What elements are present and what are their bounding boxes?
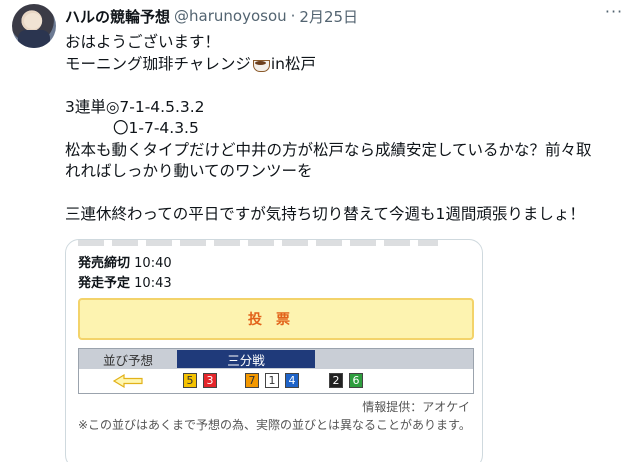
- start-time-value: 10:43: [134, 276, 172, 291]
- race-card[interactable]: 発売締切 10:40 発走予定 10:43 投票 並び予想 三分戦 53 714 2…: [65, 239, 483, 462]
- tweet-line-part: in松戸: [270, 54, 316, 73]
- tweet-line: 松本も動くタイプだけど中井の方が松戸なら成績安定しているかな？前々取: [65, 140, 592, 159]
- tweet-header: ハルの競輪予想 @harunoyosou · 2月25日: [65, 6, 358, 26]
- post-number-3: 3: [203, 373, 217, 388]
- sales-deadline-time: 10:40: [134, 256, 172, 271]
- tweet-line: 3連単◎7-1-4.5.3.2: [65, 97, 205, 116]
- post-number-1: 1: [265, 373, 279, 388]
- avatar-body: [18, 30, 50, 48]
- lineup-label: 並び予想: [102, 352, 153, 368]
- cropped-text-row: [78, 240, 438, 246]
- lineup-header: 並び予想 三分戦: [79, 349, 473, 369]
- race-card-inner: 発売締切 10:40 発走予定 10:43 投票 並び予想 三分戦 53 714 2…: [66, 240, 482, 462]
- tweet-line: 〇1-7-4.3.5: [113, 119, 199, 137]
- lineup-tab[interactable]: 三分戦: [177, 350, 315, 368]
- data-source: 情報提供：アオケイ: [362, 400, 470, 414]
- tweet-line: れればしっかり動いてのワンツーを: [65, 162, 313, 180]
- post-number-7: 7: [245, 373, 259, 388]
- tweet-line-part: モーニング珈琲チャレンジ: [65, 54, 251, 73]
- sales-deadline-label: 発売締切: [78, 256, 131, 271]
- avatar-face: [24, 13, 42, 29]
- disclaimer: ※この並びはあくまで予想の為、実際の並びとは異なることがあります。: [78, 418, 471, 432]
- ellipsis-icon[interactable]: ···: [602, 4, 626, 26]
- lineup-body: 53 714 26: [79, 369, 473, 393]
- display-name[interactable]: ハルの競輪予想: [65, 6, 170, 27]
- vote-button[interactable]: 投票: [78, 298, 474, 340]
- tweet-text: おはようございます！ モーニング珈琲チャレンジ in松戸 3連単◎7-1-4.5.…: [65, 32, 633, 226]
- tweet-line: おはようございます！: [65, 33, 221, 51]
- tweet-line: モーニング珈琲チャレンジ in松戸: [65, 54, 633, 76]
- start-time-label: 発走予定: [78, 276, 131, 291]
- coffee-icon: [252, 55, 270, 72]
- user-handle[interactable]: @harunoyosou: [174, 7, 287, 25]
- lineup-table: 並び予想 三分戦 53 714 26: [78, 348, 474, 394]
- avatar[interactable]: [12, 4, 56, 48]
- separator-dot: ·: [290, 7, 296, 25]
- post-number-2: 2: [329, 373, 343, 388]
- start-time: 発走予定 10:43: [78, 272, 172, 291]
- arrow-left-icon: [113, 374, 143, 388]
- tweet-line: 三連休終わっての平日ですが気持ち切り替えて今週も1週間頑張りましょ！: [65, 205, 585, 223]
- post-number-5: 5: [183, 373, 197, 388]
- post-number-6: 6: [349, 373, 363, 388]
- post-number-4: 4: [285, 373, 299, 388]
- tweet-date[interactable]: 2月25日: [299, 6, 358, 27]
- sales-deadline: 発売締切 10:40: [78, 252, 172, 271]
